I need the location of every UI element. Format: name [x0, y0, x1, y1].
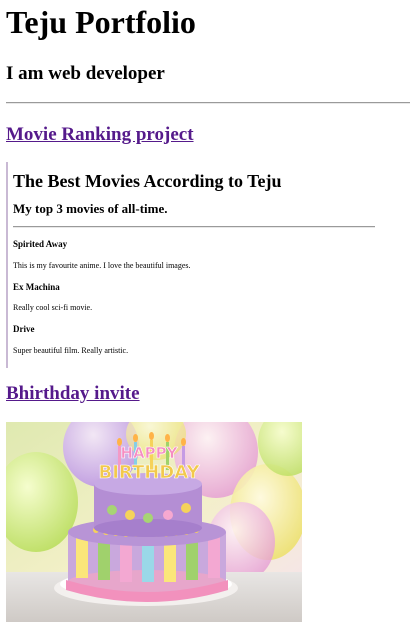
divider [6, 102, 410, 104]
movie-ranking-embed: The Best Movies According to Teju My top… [6, 162, 406, 368]
page-title: Teju Portfolio [6, 4, 196, 40]
movie-title: Drive [13, 324, 35, 334]
movie-description: This is my favourite anime. I love the b… [13, 261, 191, 270]
page-subtitle: I am web developer [6, 63, 165, 84]
movie-ranking-link[interactable]: Movie Ranking project [6, 123, 194, 147]
movie-page-subtitle: My top 3 movies of all-time. [13, 201, 168, 216]
movie-description: Really cool sci-fi movie. [13, 303, 93, 312]
movie-description: Super beautiful film. Really artistic. [13, 346, 129, 355]
movie-divider [13, 226, 375, 228]
birthday-invite-link[interactable]: Bhirthday invite [6, 382, 140, 406]
birthday-cake-image: HAPPY BIRTHDAY [6, 422, 302, 622]
svg-text:HAPPY: HAPPY [120, 444, 178, 462]
movie-title: Ex Machina [13, 282, 60, 292]
movie-page-title: The Best Movies According to Teju [13, 171, 282, 191]
svg-text:BIRTHDAY: BIRTHDAY [99, 462, 201, 483]
movie-title: Spirited Away [13, 239, 68, 249]
